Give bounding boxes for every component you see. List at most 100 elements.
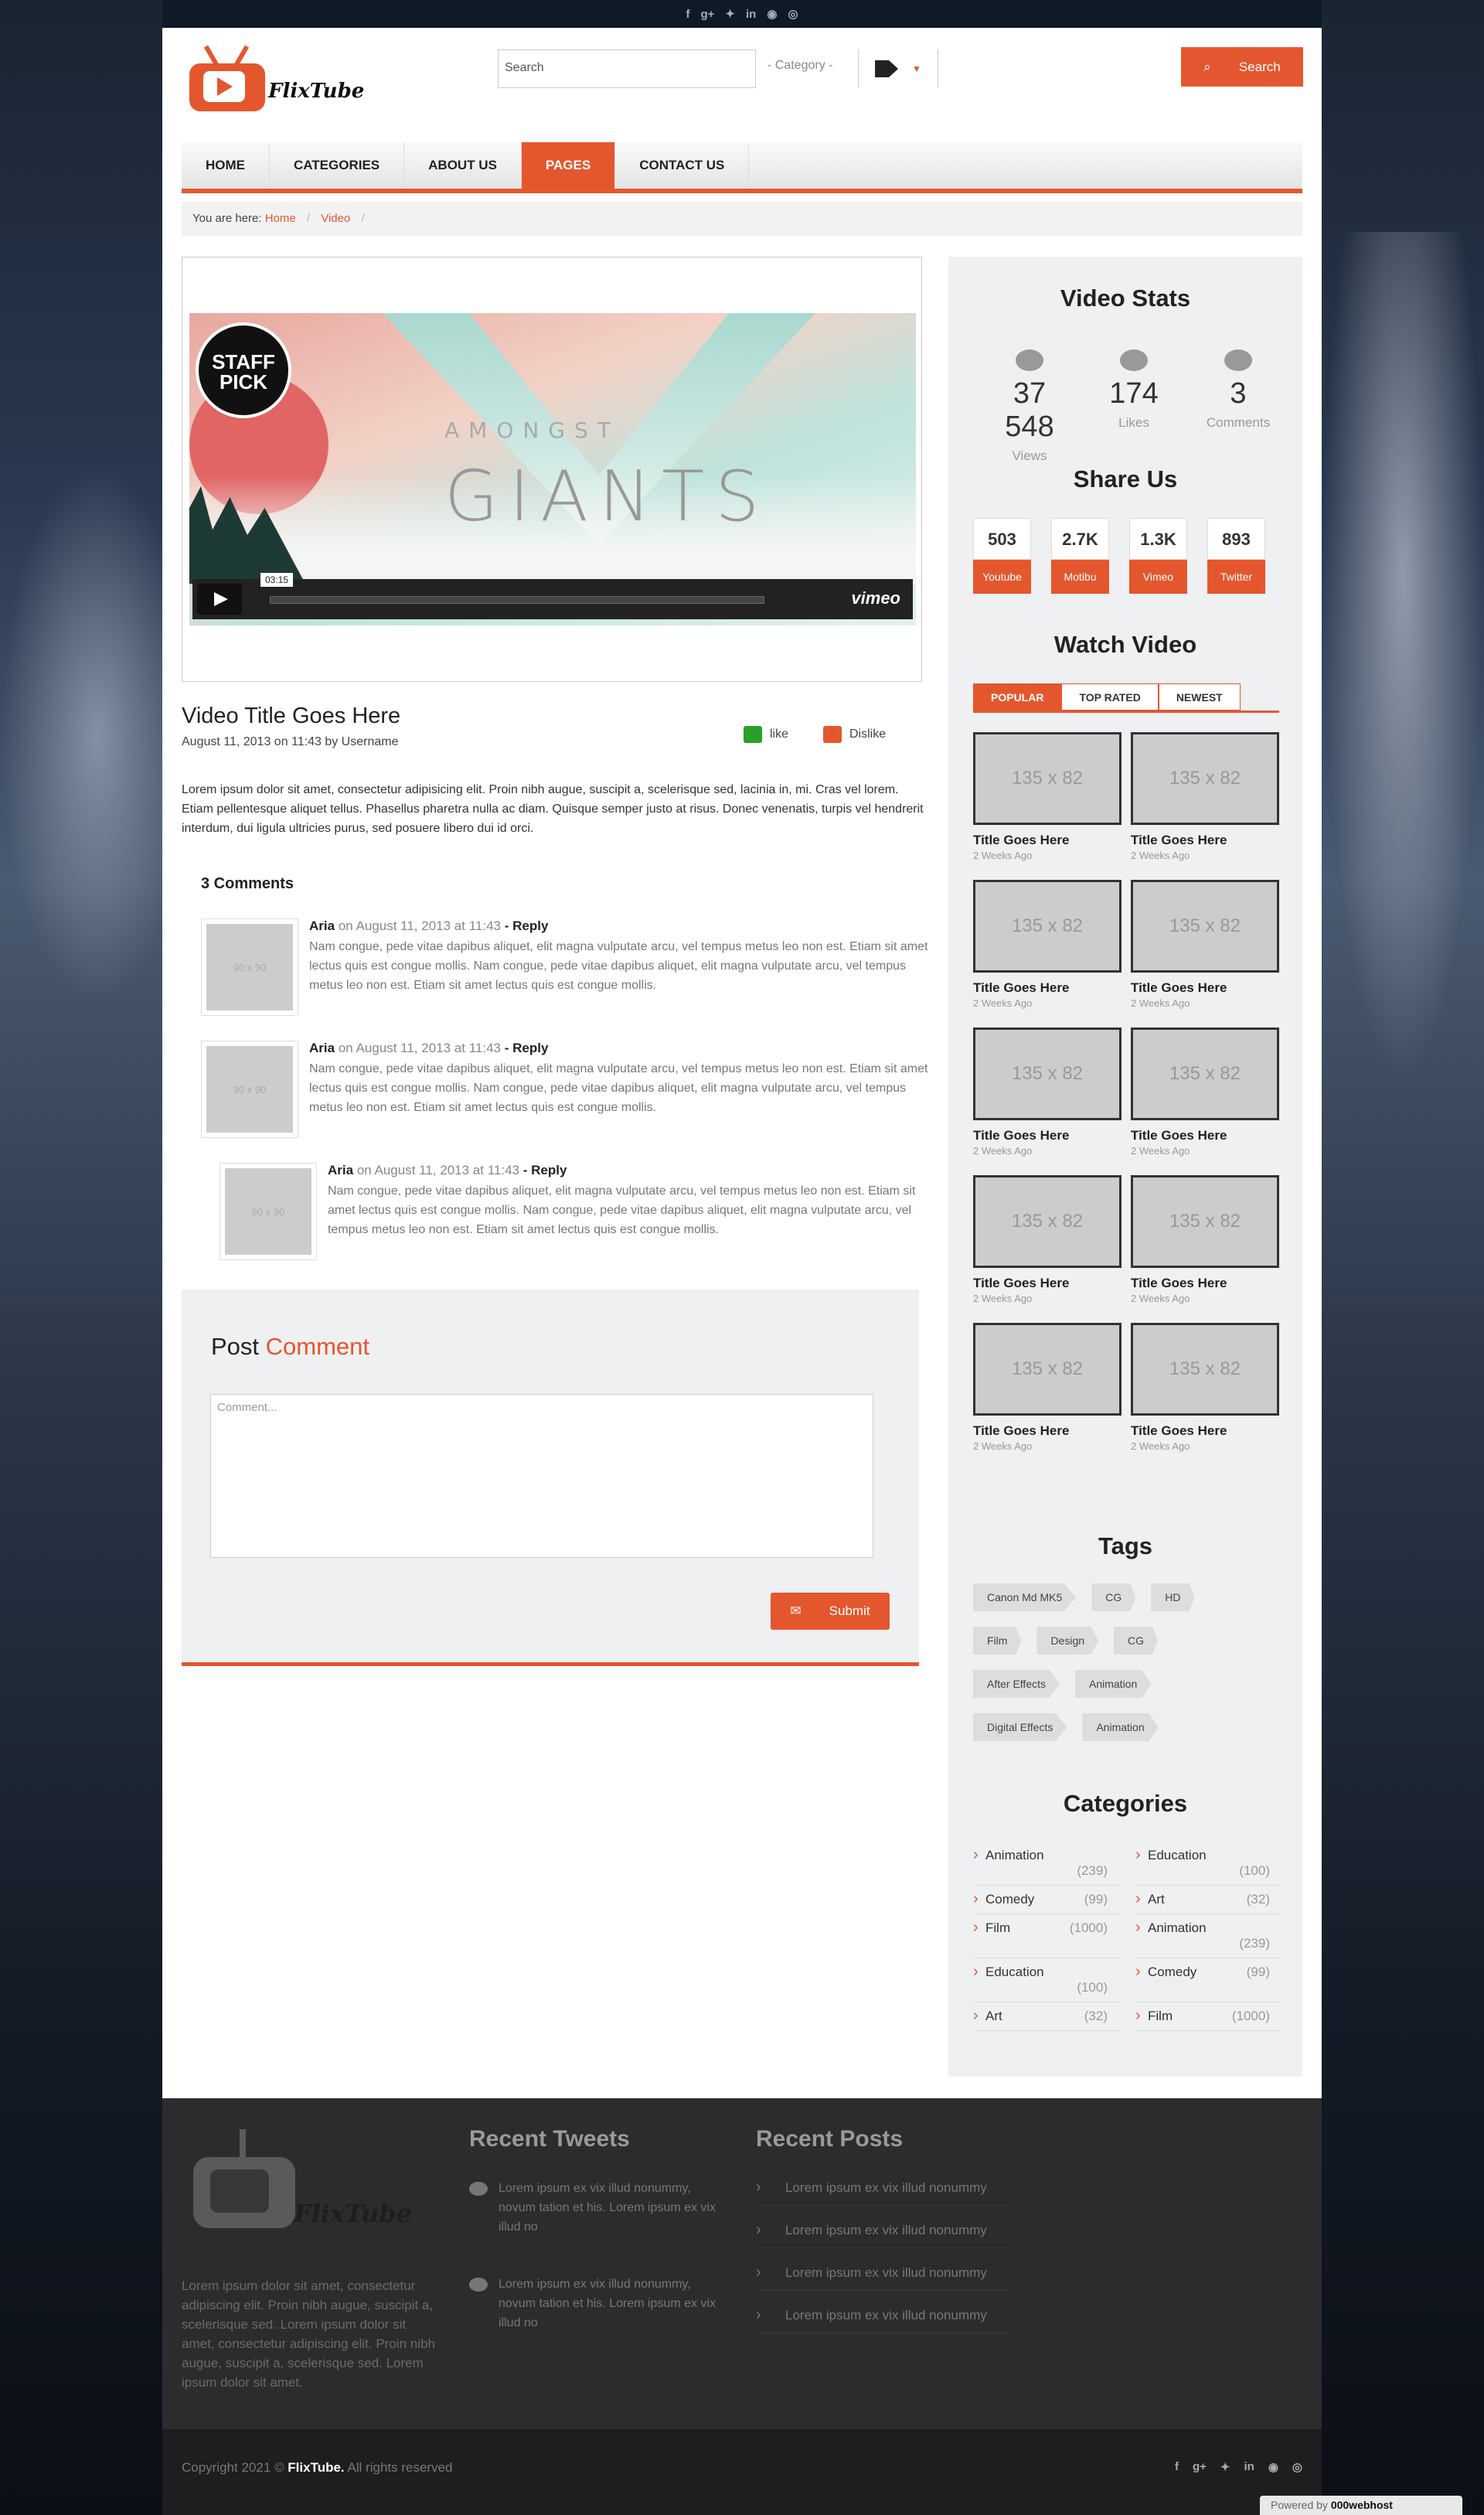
- linkedin-icon[interactable]: in: [1244, 2460, 1254, 2474]
- dribbble-icon[interactable]: ◎: [788, 7, 798, 21]
- video-art-line1: AMONGST: [444, 417, 620, 443]
- submit-button[interactable]: ✉ Submit: [771, 1593, 890, 1630]
- progress-bar[interactable]: [270, 596, 764, 604]
- site-logo[interactable]: FlixTube: [189, 45, 364, 111]
- video-thumbnail[interactable]: 135 x 82 Title Goes Here 2 Weeks Ago: [973, 732, 1122, 880]
- video-thumbnail[interactable]: 135 x 82 Title Goes Here 2 Weeks Ago: [1131, 732, 1279, 880]
- comment-author[interactable]: Aria: [309, 1041, 335, 1055]
- facebook-icon[interactable]: f: [1175, 2460, 1179, 2474]
- tag-link[interactable]: Design: [1036, 1627, 1099, 1655]
- tab-newest[interactable]: NEWEST: [1158, 683, 1241, 711]
- tag-link[interactable]: After Effects: [973, 1670, 1060, 1698]
- video-thumbnail[interactable]: 135 x 82 Title Goes Here 2 Weeks Ago: [1131, 1027, 1279, 1175]
- recent-post-link[interactable]: Lorem ipsum ex vix illud nonummy: [756, 2264, 1011, 2291]
- comment-author[interactable]: Aria: [328, 1163, 353, 1177]
- category-item[interactable]: Animation(239): [973, 1842, 1120, 1886]
- nav-home[interactable]: HOME: [182, 142, 270, 189]
- twitter-icon[interactable]: ✦: [725, 7, 735, 21]
- breadcrumb: You are here: Home / Video /: [182, 202, 1302, 236]
- share-youtube[interactable]: 503 Youtube: [973, 518, 1031, 595]
- search-input[interactable]: Search: [498, 49, 756, 88]
- search-icon: ⌕: [1203, 59, 1211, 74]
- share-twitter[interactable]: 893 Twitter: [1207, 518, 1265, 595]
- twitter-icon[interactable]: ✦: [1220, 2460, 1230, 2474]
- tag-dropdown[interactable]: ▼: [858, 49, 938, 88]
- tag-link[interactable]: Film: [973, 1627, 1022, 1655]
- tag-link[interactable]: Animation: [1075, 1670, 1152, 1698]
- google-plus-icon[interactable]: g+: [1193, 2460, 1207, 2474]
- video-stats: 37 548 Views 174 Likes 3 Comments: [987, 349, 1281, 464]
- category-item[interactable]: Education(100): [973, 1958, 1120, 2002]
- video-thumbnail[interactable]: 135 x 82 Title Goes Here 2 Weeks Ago: [1131, 880, 1279, 1027]
- reply-link[interactable]: - Reply: [505, 918, 549, 933]
- google-plus-icon[interactable]: g+: [700, 8, 714, 21]
- nav-pages[interactable]: PAGES: [521, 142, 616, 189]
- category-item[interactable]: Art(32): [973, 2002, 1120, 2031]
- video-thumbnail[interactable]: 135 x 82 Title Goes Here 2 Weeks Ago: [973, 1027, 1122, 1175]
- nav-about-us[interactable]: ABOUT US: [404, 142, 522, 189]
- tab-top-rated[interactable]: TOP RATED: [1061, 683, 1159, 711]
- comment-author[interactable]: Aria: [309, 918, 335, 933]
- recent-post-link[interactable]: Lorem ipsum ex vix illud nonummy: [756, 2221, 1011, 2248]
- category-item[interactable]: Art(32): [1135, 1886, 1282, 1914]
- reply-link[interactable]: - Reply: [505, 1041, 549, 1055]
- category-item[interactable]: Comedy(99): [1135, 1958, 1282, 2002]
- video-thumbnail[interactable]: 135 x 82 Title Goes Here 2 Weeks Ago: [1131, 1323, 1279, 1470]
- reply-link[interactable]: - Reply: [523, 1163, 567, 1177]
- linkedin-icon[interactable]: in: [746, 8, 756, 21]
- share-motibu[interactable]: 2.7K Motibu: [1051, 518, 1109, 595]
- category-item[interactable]: Education(100): [1135, 1842, 1282, 1886]
- thumbs-up-icon: [744, 726, 762, 743]
- powered-by-badge[interactable]: Powered by 000webhost: [1260, 2496, 1462, 2515]
- tab-popular[interactable]: POPULAR: [973, 683, 1062, 711]
- top-social-bar: f g+ ✦ in ◉ ◎: [162, 0, 1322, 28]
- tag-link[interactable]: Canon Md MK5: [973, 1583, 1077, 1611]
- category-item[interactable]: Comedy(99): [973, 1886, 1120, 1914]
- like-button[interactable]: like: [744, 726, 788, 743]
- video-player[interactable]: AMONGST GIANTS STAFF PICK 03:15 vimeo: [189, 313, 916, 625]
- tag-link[interactable]: CG: [1091, 1583, 1136, 1611]
- video-meta: August 11, 2013 on 11:43 by Username: [182, 735, 399, 748]
- dislike-button[interactable]: Dislike: [823, 726, 886, 743]
- video-thumbnail[interactable]: 135 x 82 Title Goes Here 2 Weeks Ago: [973, 1175, 1122, 1323]
- comment-textarea[interactable]: Comment...: [210, 1394, 873, 1558]
- comments-label: Comments: [1206, 415, 1271, 430]
- category-item[interactable]: Film(1000): [973, 1914, 1120, 1958]
- search-button[interactable]: ⌕ Search: [1181, 47, 1303, 87]
- facebook-icon[interactable]: f: [686, 8, 689, 21]
- tag-link[interactable]: Digital Effects: [973, 1713, 1067, 1741]
- breadcrumb-home[interactable]: Home: [265, 212, 296, 225]
- pinterest-icon[interactable]: ◉: [767, 7, 777, 21]
- page-container: FlixTube Search - Category - ▼ ⌕ Search …: [162, 28, 1322, 2098]
- tag-link[interactable]: HD: [1151, 1583, 1195, 1611]
- footer: FlixTube Lorem ipsum dolor sit amet, con…: [162, 2098, 1322, 2429]
- comments-heading: 3 Comments: [201, 875, 294, 892]
- tag-link[interactable]: CG: [1114, 1627, 1159, 1655]
- recent-post-link[interactable]: Lorem ipsum ex vix illud nonummy: [756, 2179, 1011, 2206]
- tv-logo-icon: [189, 45, 265, 111]
- nav-categories[interactable]: CATEGORIES: [270, 142, 405, 189]
- vimeo-logo[interactable]: vimeo: [851, 588, 900, 608]
- category-item[interactable]: Animation(239): [1135, 1914, 1282, 1958]
- tag-link[interactable]: Animation: [1082, 1713, 1159, 1741]
- video-thumbnail[interactable]: 135 x 82 Title Goes Here 2 Weeks Ago: [973, 1323, 1122, 1470]
- play-button[interactable]: [197, 584, 242, 615]
- video-thumbnail[interactable]: 135 x 82 Title Goes Here 2 Weeks Ago: [1131, 1175, 1279, 1323]
- category-select[interactable]: - Category -: [768, 59, 832, 73]
- search-button-label: Search: [1238, 59, 1281, 74]
- dribbble-icon[interactable]: ◎: [1292, 2460, 1302, 2474]
- thumbs-down-icon: [823, 726, 842, 743]
- main-nav: HOME CATEGORIES ABOUT US PAGES CONTACT U…: [182, 142, 1302, 193]
- tweet-item: Lorem ipsum ex vix illud nonummy, novum …: [469, 2179, 724, 2237]
- watch-video-tabs: POPULAR TOP RATED NEWEST: [973, 683, 1279, 713]
- nav-contact-us[interactable]: CONTACT US: [615, 142, 750, 189]
- video-thumbnail[interactable]: 135 x 82 Title Goes Here 2 Weeks Ago: [973, 880, 1122, 1027]
- tag-cloud: Canon Md MK5 CG HD Film Design CG After …: [973, 1583, 1290, 1757]
- footer-logo[interactable]: FlixTube: [193, 2129, 412, 2245]
- share-vimeo[interactable]: 1.3K Vimeo: [1129, 518, 1187, 595]
- breadcrumb-video[interactable]: Video: [321, 212, 350, 225]
- category-item[interactable]: Film(1000): [1135, 2002, 1282, 2031]
- video-thumbnail-grid: 135 x 82 Title Goes Here 2 Weeks Ago 135 x…: [973, 732, 1282, 1470]
- pinterest-icon[interactable]: ◉: [1268, 2460, 1278, 2474]
- recent-post-link[interactable]: Lorem ipsum ex vix illud nonummy: [756, 2306, 1011, 2333]
